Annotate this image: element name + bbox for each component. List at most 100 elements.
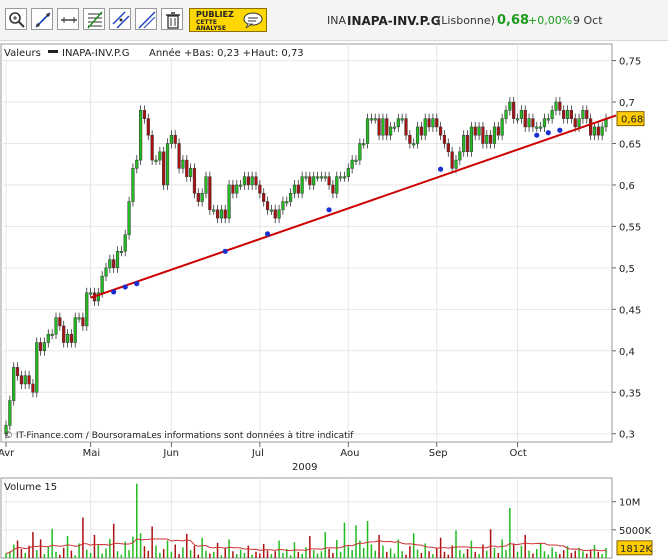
candle-body: [523, 110, 527, 128]
volume-bar: [186, 533, 188, 558]
legend-year-range: Année +Bas: 0,23 +Haut: 0,73: [149, 47, 304, 59]
volume-bar: [36, 550, 38, 558]
volume-bar: [147, 550, 150, 558]
x-tick-label: Avr: [0, 448, 15, 459]
x-tick-label: Sep: [429, 448, 448, 459]
candle-body: [239, 184, 243, 187]
volume-bar: [59, 554, 61, 558]
y-tick-label: 0,65: [619, 140, 641, 151]
candle-body: [273, 209, 277, 219]
volume-bar: [43, 554, 46, 558]
candle-body: [231, 184, 235, 194]
candle-body: [373, 118, 377, 121]
horizontal-line-icon[interactable]: [57, 8, 79, 30]
y-tick-label: 0,5: [619, 264, 635, 275]
trash-icon[interactable]: [161, 8, 183, 30]
fibonacci-icon[interactable]: [83, 8, 105, 30]
volume-bar: [547, 554, 550, 558]
candle-body: [350, 159, 354, 169]
volume-bar: [232, 551, 234, 558]
volume-bar: [339, 551, 342, 558]
legend-label: Valeurs: [4, 48, 41, 59]
candle-body: [165, 143, 170, 186]
volume-bar: [382, 545, 384, 558]
candle-body: [592, 126, 597, 136]
instrument-name: INAPA-INV.P.G: [347, 14, 441, 28]
volume-bar: [528, 550, 530, 558]
volume-bar: [401, 551, 403, 558]
volume-bar: [393, 553, 396, 558]
ad-line-3: ANALYSE: [196, 25, 226, 32]
volume-bar: [89, 552, 92, 558]
volume-bar: [555, 551, 557, 558]
volume-bar: [243, 552, 246, 558]
candle-body: [554, 101, 558, 111]
candle-body: [185, 159, 189, 177]
zoom-icon[interactable]: [5, 8, 27, 30]
volume-bar: [51, 528, 53, 558]
price-chart[interactable]: Valeurs INAPA-INV.P.G Année +Bas: 0,23 +…: [0, 40, 668, 560]
volume-bar: [128, 550, 130, 558]
candle-body: [204, 176, 208, 194]
candle-body: [200, 193, 204, 202]
y-tick-label: 0,7: [619, 98, 635, 109]
candle-body: [8, 400, 12, 426]
volume-bar: [159, 552, 161, 558]
candle-body: [423, 118, 427, 136]
data-credit: © IT-Finance.com / BoursoramaLes informa…: [4, 430, 354, 441]
candle-body: [500, 118, 504, 136]
trendline-touch-point: [557, 127, 563, 133]
volume-bar: [236, 554, 238, 558]
volume-bar: [166, 540, 169, 558]
x-tick-label: Aou: [340, 448, 359, 459]
volume-bar: [428, 551, 430, 558]
candle-body: [112, 259, 116, 269]
volume-bar: [109, 538, 111, 558]
volume-bar: [220, 555, 223, 558]
volume-bar: [486, 550, 488, 558]
last-price: 0,68: [497, 13, 530, 28]
volume-bar: [582, 551, 584, 558]
volume-bar: [105, 548, 107, 558]
candle-body: [135, 159, 139, 169]
publish-analysis-button[interactable]: PUBLIEZ CETTE ANALYSE: [189, 8, 267, 32]
trendline-icon[interactable]: [31, 8, 53, 30]
candle-body: [535, 126, 539, 129]
candle-body: [223, 209, 227, 219]
volume-bar: [539, 542, 542, 558]
volume-bar: [228, 539, 230, 558]
legend-swatch: [48, 50, 58, 53]
candle-body: [104, 267, 108, 277]
candle-body: [439, 126, 443, 136]
candle-body: [242, 176, 247, 186]
volume-bar: [309, 536, 311, 558]
candle-body: [358, 143, 362, 161]
volume-bar: [589, 549, 592, 558]
volume-axis: 10M 5000K: [612, 498, 651, 537]
channel-icon[interactable]: [109, 8, 131, 30]
candle-body: [46, 333, 50, 343]
volume-bar: [378, 534, 380, 558]
volume-bar: [455, 530, 457, 558]
x-axis: Avr Mai Jun Jul Aou Sep Oct: [0, 442, 527, 459]
volume-bar: [501, 539, 503, 558]
volume-bar: [389, 548, 392, 558]
volume-bar: [524, 534, 526, 558]
volume-bar: [370, 544, 373, 558]
candle-body: [600, 126, 604, 136]
volume-tick-label: 5000K: [619, 526, 651, 537]
candle-body: [39, 342, 43, 352]
volume-bar: [532, 553, 534, 558]
candle-body: [385, 118, 389, 136]
parallel-line-icon[interactable]: [135, 8, 157, 30]
candle-body: [58, 317, 62, 327]
candle-body: [365, 118, 370, 144]
candle-body: [65, 333, 70, 343]
volume-bar: [343, 522, 346, 558]
candle-body: [312, 176, 316, 186]
candle-body: [19, 375, 23, 385]
volume-bar: [320, 551, 323, 558]
volume-bar: [282, 552, 284, 558]
candle-body: [362, 143, 366, 146]
volume-bar: [316, 553, 319, 558]
